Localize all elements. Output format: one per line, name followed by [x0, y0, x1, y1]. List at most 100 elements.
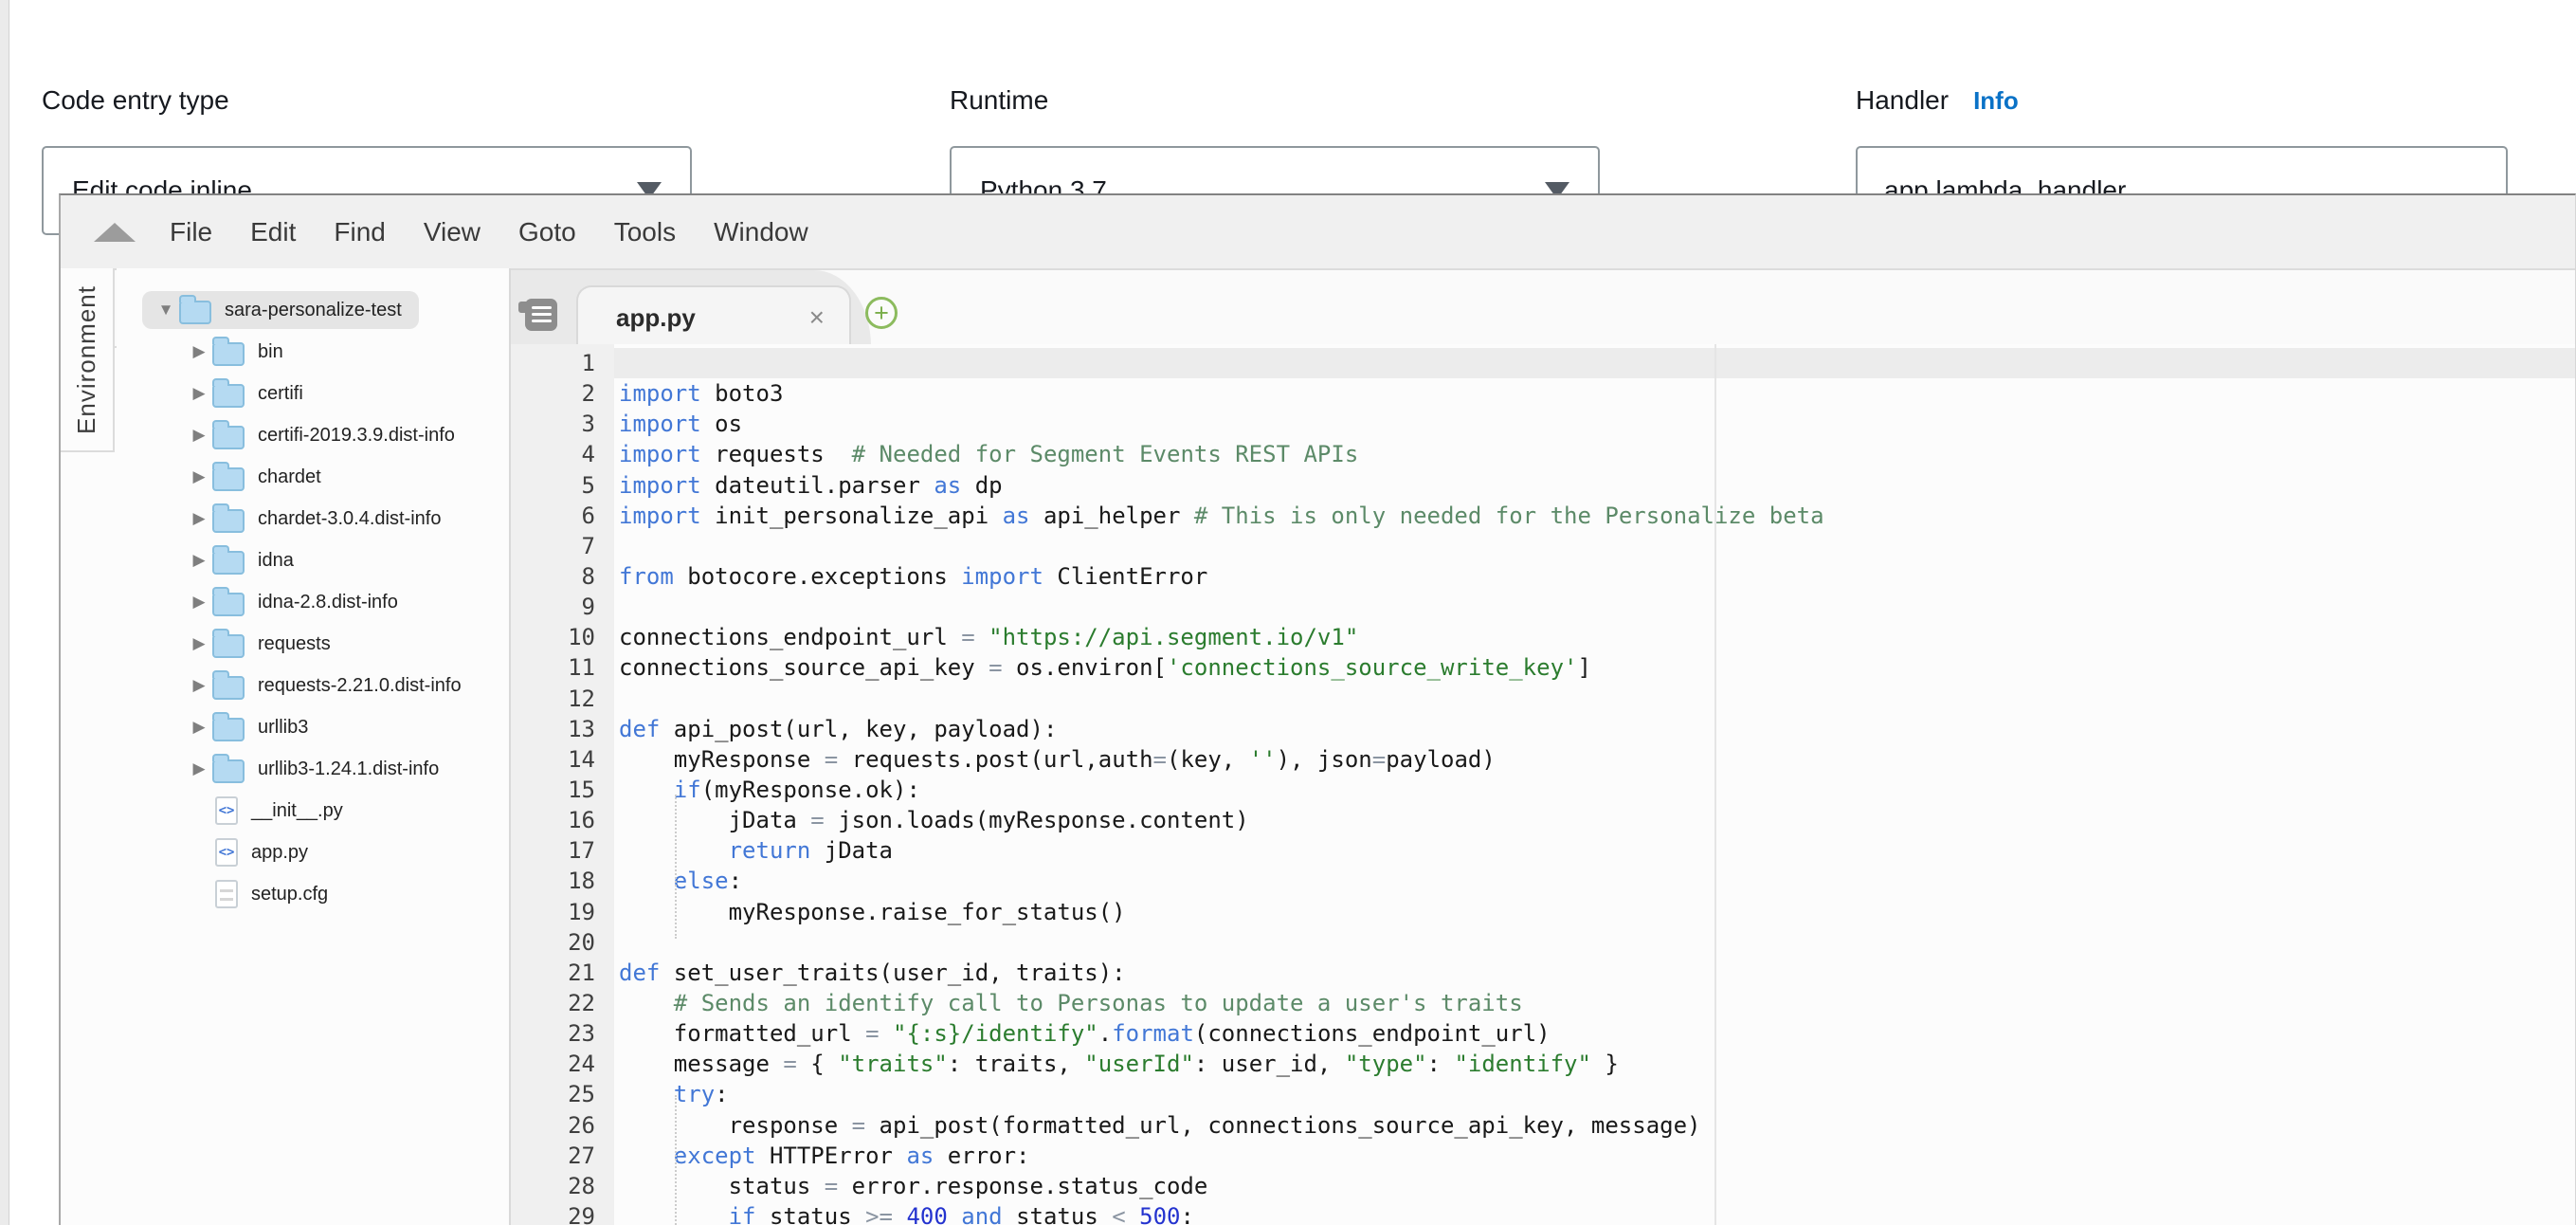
- line-number[interactable]: 25: [568, 1079, 595, 1109]
- handler-info-link[interactable]: Info: [1973, 86, 2019, 116]
- line-number[interactable]: 9: [582, 592, 595, 622]
- menu-item-goto[interactable]: Goto: [518, 217, 576, 247]
- line-number-gutter: 1234567891011121314151617181920212223242…: [511, 344, 614, 1225]
- code-line-25[interactable]: try:: [614, 1079, 2575, 1109]
- menu-item-find[interactable]: Find: [334, 217, 385, 247]
- code-line-28[interactable]: status = error.response.status_code: [614, 1171, 2575, 1201]
- disclosure-triangle-icon[interactable]: ▶: [189, 718, 209, 737]
- line-number[interactable]: 5: [582, 470, 595, 501]
- line-number[interactable]: 24: [568, 1049, 595, 1079]
- line-number[interactable]: 26: [568, 1110, 595, 1141]
- disclosure-triangle-icon[interactable]: ▶: [189, 342, 209, 361]
- code-line-22[interactable]: # Sends an identify call to Personas to …: [614, 988, 2575, 1018]
- disclosure-triangle-icon[interactable]: ▶: [189, 509, 209, 528]
- tree-item-certifi[interactable]: ▶certifi: [117, 373, 505, 414]
- disclosure-triangle-icon[interactable]: ▶: [189, 551, 209, 570]
- tab-list-icon[interactable]: [525, 299, 557, 331]
- tree-item-requests-2-21-0-dist-info[interactable]: ▶requests-2.21.0.dist-info: [117, 665, 505, 706]
- environment-side-tab[interactable]: Environment: [61, 268, 115, 452]
- code-line-6[interactable]: import init_personalize_api as api_helpe…: [614, 501, 2575, 531]
- line-number[interactable]: 3: [582, 409, 595, 439]
- menu-item-tools[interactable]: Tools: [614, 217, 676, 247]
- line-number[interactable]: 20: [568, 927, 595, 958]
- menu-item-window[interactable]: Window: [714, 217, 808, 247]
- tree-item-certifi-2019-3-9-dist-info[interactable]: ▶certifi-2019.3.9.dist-info: [117, 414, 505, 456]
- code-line-9[interactable]: [614, 592, 2575, 622]
- code-line-19[interactable]: myResponse.raise_for_status(): [614, 897, 2575, 927]
- code-line-18[interactable]: else:: [614, 866, 2575, 896]
- code-line-15[interactable]: if(myResponse.ok):: [614, 775, 2575, 805]
- line-number[interactable]: 7: [582, 531, 595, 561]
- line-number[interactable]: 27: [568, 1141, 595, 1171]
- code-line-29[interactable]: if status >= 400 and status < 500:: [614, 1201, 2575, 1225]
- line-number[interactable]: 19: [568, 897, 595, 927]
- code-line-5[interactable]: import dateutil.parser as dp: [614, 470, 2575, 501]
- line-number[interactable]: 4: [582, 439, 595, 469]
- line-number[interactable]: 2: [582, 378, 595, 409]
- code-editor-surface[interactable]: import jsonimport boto3import osimport r…: [614, 344, 2575, 1225]
- line-number[interactable]: 15: [568, 775, 595, 805]
- disclosure-triangle-icon[interactable]: ▶: [189, 426, 209, 445]
- code-line-7[interactable]: [614, 531, 2575, 561]
- code-line-13[interactable]: def api_post(url, key, payload):: [614, 714, 2575, 744]
- tree-item-sara-personalize-test[interactable]: ▼sara-personalize-test: [117, 289, 505, 331]
- tree-item-bin[interactable]: ▶bin: [117, 331, 505, 373]
- code-line-21[interactable]: def set_user_traits(user_id, traits):: [614, 958, 2575, 988]
- menu-item-view[interactable]: View: [424, 217, 481, 247]
- disclosure-triangle-icon[interactable]: ▶: [189, 634, 209, 653]
- line-number[interactable]: 11: [568, 652, 595, 683]
- code-line-4[interactable]: import requests # Needed for Segment Eve…: [614, 439, 2575, 469]
- tree-item-chardet[interactable]: ▶chardet: [117, 456, 505, 498]
- close-tab-icon[interactable]: ×: [809, 304, 825, 331]
- code-line-11[interactable]: connections_source_api_key = os.environ[…: [614, 652, 2575, 683]
- tree-item-idna[interactable]: ▶idna: [117, 539, 505, 581]
- tree-item-requests[interactable]: ▶requests: [117, 623, 505, 665]
- line-number[interactable]: 13: [568, 714, 595, 744]
- new-tab-icon[interactable]: +: [865, 297, 898, 329]
- tree-item-setup-cfg[interactable]: setup.cfg: [117, 873, 505, 915]
- line-number[interactable]: 16: [568, 805, 595, 835]
- line-number[interactable]: 23: [568, 1018, 595, 1049]
- line-number[interactable]: 12: [568, 684, 595, 714]
- menu-item-file[interactable]: File: [170, 217, 212, 247]
- tree-item-idna-2-8-dist-info[interactable]: ▶idna-2.8.dist-info: [117, 581, 505, 623]
- code-line-16[interactable]: jData = json.loads(myResponse.content): [614, 805, 2575, 835]
- code-line-23[interactable]: formatted_url = "{:s}/identify".format(c…: [614, 1018, 2575, 1049]
- code-line-20[interactable]: [614, 927, 2575, 958]
- code-line-8[interactable]: from botocore.exceptions import ClientEr…: [614, 561, 2575, 592]
- tree-item--init-py[interactable]: __init__.py: [117, 790, 505, 832]
- code-line-27[interactable]: except HTTPError as error:: [614, 1141, 2575, 1171]
- disclosure-triangle-icon[interactable]: ▶: [189, 676, 209, 695]
- collapse-editor-icon[interactable]: [94, 223, 136, 242]
- disclosure-triangle-icon[interactable]: ▶: [189, 467, 209, 486]
- code-line-24[interactable]: message = { "traits": traits, "userId": …: [614, 1049, 2575, 1079]
- code-line-14[interactable]: myResponse = requests.post(url,auth=(key…: [614, 744, 2575, 775]
- tree-item-app-py[interactable]: app.py: [117, 832, 505, 873]
- line-number[interactable]: 6: [582, 501, 595, 531]
- disclosure-triangle-icon[interactable]: ▶: [189, 593, 209, 612]
- disclosure-triangle-icon[interactable]: ▼: [155, 301, 176, 320]
- line-number[interactable]: 1: [582, 348, 595, 378]
- line-number[interactable]: 18: [568, 866, 595, 896]
- tree-item-urllib3[interactable]: ▶urllib3: [117, 706, 505, 748]
- tree-item-urllib3-1-24-1-dist-info[interactable]: ▶urllib3-1.24.1.dist-info: [117, 748, 505, 790]
- line-number[interactable]: 17: [568, 835, 595, 866]
- line-number[interactable]: 14: [568, 744, 595, 775]
- code-line-3[interactable]: import os: [614, 409, 2575, 439]
- line-number[interactable]: 29: [568, 1201, 595, 1225]
- disclosure-triangle-icon[interactable]: ▶: [189, 759, 209, 778]
- line-number[interactable]: 22: [568, 988, 595, 1018]
- code-line-17[interactable]: return jData: [614, 835, 2575, 866]
- line-number[interactable]: 28: [568, 1171, 595, 1201]
- tab-app-py[interactable]: app.py ×: [576, 285, 851, 348]
- code-line-2[interactable]: import boto3: [614, 378, 2575, 409]
- tree-item-chardet-3-0-4-dist-info[interactable]: ▶chardet-3.0.4.dist-info: [117, 498, 505, 539]
- code-line-12[interactable]: [614, 684, 2575, 714]
- code-line-26[interactable]: response = api_post(formatted_url, conne…: [614, 1110, 2575, 1141]
- line-number[interactable]: 10: [568, 622, 595, 652]
- line-number[interactable]: 21: [568, 958, 595, 988]
- disclosure-triangle-icon[interactable]: ▶: [189, 384, 209, 403]
- code-line-10[interactable]: connections_endpoint_url = "https://api.…: [614, 622, 2575, 652]
- line-number[interactable]: 8: [582, 561, 595, 592]
- menu-item-edit[interactable]: Edit: [250, 217, 296, 247]
